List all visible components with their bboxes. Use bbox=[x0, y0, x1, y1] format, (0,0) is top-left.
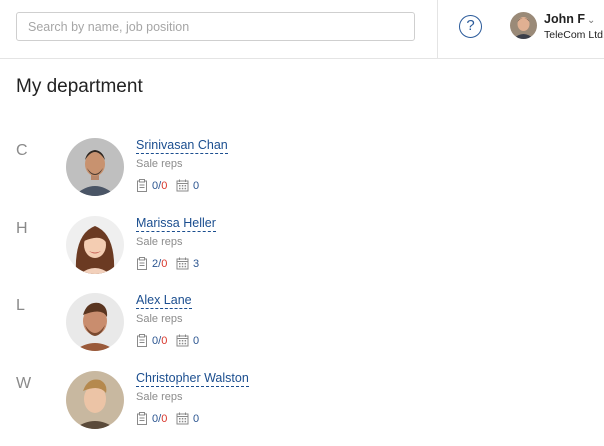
tasks-done-count: 0 bbox=[152, 179, 159, 192]
user-avatar[interactable] bbox=[510, 12, 537, 39]
events-stat[interactable]: 0 bbox=[176, 412, 199, 425]
calendar-icon bbox=[176, 257, 189, 270]
tasks-done-count: 2 bbox=[152, 257, 159, 270]
calendar-icon bbox=[176, 334, 189, 347]
group-letter: C bbox=[16, 142, 28, 159]
tasks-done-count: 0 bbox=[152, 412, 159, 425]
employee-name-link[interactable]: Srinivasan Chan bbox=[136, 138, 228, 154]
events-stat[interactable]: 0 bbox=[176, 179, 199, 192]
employee-photo[interactable] bbox=[66, 138, 124, 196]
events-count: 0 bbox=[193, 412, 200, 425]
events-count: 0 bbox=[193, 334, 200, 347]
employee-photo[interactable] bbox=[66, 293, 124, 351]
user-name: John F bbox=[544, 12, 585, 26]
search-input[interactable] bbox=[16, 12, 415, 41]
employee-position: Sale reps bbox=[136, 391, 183, 403]
events-count: 3 bbox=[193, 257, 200, 270]
employee-name-link[interactable]: Christopher Walston bbox=[136, 371, 249, 387]
employee-photo[interactable] bbox=[66, 371, 124, 429]
group-letter: L bbox=[16, 297, 25, 314]
tasks-done-count: 0 bbox=[152, 334, 159, 347]
group-letter: H bbox=[16, 220, 28, 237]
employee-group: W Christopher Walston Sale reps 0/0 0 bbox=[0, 371, 604, 441]
employee-photo[interactable] bbox=[66, 216, 124, 274]
tasks-stat[interactable]: 2/0 bbox=[136, 257, 167, 270]
events-stat[interactable]: 3 bbox=[176, 257, 199, 270]
tasks-overdue-count: 0 bbox=[161, 412, 168, 425]
user-company: TeleCom Ltd. bbox=[544, 29, 604, 41]
employee-group: H Marissa Heller Sale reps 2/0 3 bbox=[0, 216, 604, 286]
top-bar: ? John F⌄ TeleCom Ltd. bbox=[0, 0, 604, 59]
clipboard-icon bbox=[137, 334, 147, 347]
employee-name-link[interactable]: Marissa Heller bbox=[136, 216, 216, 232]
employee-name-link[interactable]: Alex Lane bbox=[136, 293, 192, 309]
help-icon[interactable]: ? bbox=[459, 15, 482, 38]
events-stat[interactable]: 0 bbox=[176, 334, 199, 347]
tasks-overdue-count: 0 bbox=[161, 257, 168, 270]
chevron-down-icon: ⌄ bbox=[586, 15, 596, 26]
user-menu[interactable]: John F ⌄ bbox=[544, 12, 595, 26]
events-count: 0 bbox=[193, 179, 200, 192]
calendar-icon bbox=[176, 179, 189, 192]
header-divider bbox=[437, 0, 438, 58]
page-title: My department bbox=[16, 76, 143, 97]
group-letter: W bbox=[16, 375, 32, 392]
tasks-overdue-count: 0 bbox=[161, 179, 168, 192]
calendar-icon bbox=[176, 412, 189, 425]
clipboard-icon bbox=[137, 412, 147, 425]
clipboard-icon bbox=[137, 179, 147, 192]
employee-group: L Alex Lane Sale reps 0/0 0 bbox=[0, 293, 604, 363]
tasks-stat[interactable]: 0/0 bbox=[136, 334, 167, 347]
employee-position: Sale reps bbox=[136, 313, 183, 325]
employee-group: C Srinivasan Chan Sale reps 0/0 0 bbox=[0, 138, 604, 208]
employee-position: Sale reps bbox=[136, 158, 183, 170]
clipboard-icon bbox=[137, 257, 147, 270]
tasks-stat[interactable]: 0/0 bbox=[136, 179, 167, 192]
tasks-stat[interactable]: 0/0 bbox=[136, 412, 167, 425]
tasks-overdue-count: 0 bbox=[161, 334, 168, 347]
employee-position: Sale reps bbox=[136, 236, 183, 248]
